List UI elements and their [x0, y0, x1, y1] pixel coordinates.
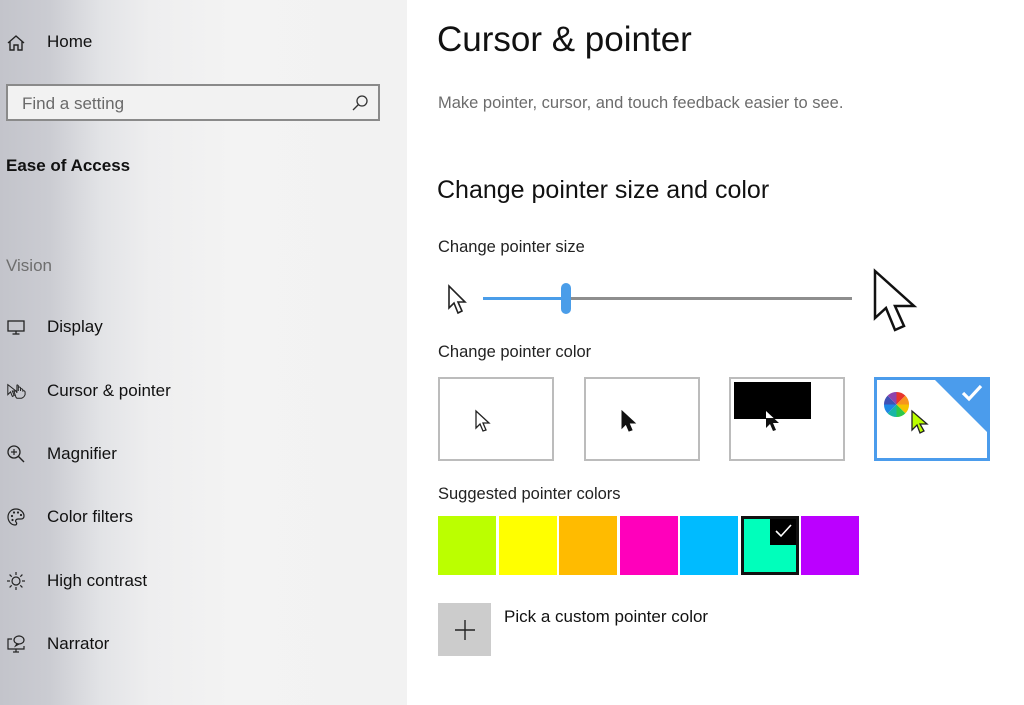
- color-swatch[interactable]: [438, 516, 496, 575]
- magnifier-icon: [5, 443, 27, 465]
- narrator-icon: [5, 633, 27, 655]
- search-field[interactable]: [6, 84, 380, 121]
- checkmark-icon: [774, 524, 792, 538]
- checkmark-icon: [961, 384, 983, 402]
- sidebar-item-label: Color filters: [47, 507, 133, 526]
- color-wheel-icon: [883, 391, 910, 418]
- custom-color-label[interactable]: Pick a custom pointer color: [504, 607, 708, 627]
- sidebar-group-label: Vision: [6, 256, 52, 275]
- pointer-color-black[interactable]: [584, 377, 700, 461]
- search-icon[interactable]: [350, 93, 370, 113]
- color-swatch[interactable]: [801, 516, 859, 575]
- display-icon: [5, 316, 27, 338]
- custom-pointer-icon: [911, 409, 929, 434]
- large-pointer-icon: [873, 268, 918, 332]
- sidebar-item-label: Narrator: [47, 634, 110, 653]
- plus-icon: [454, 619, 475, 640]
- add-custom-color-button[interactable]: [438, 603, 491, 656]
- section-title: Change pointer size and color: [437, 176, 770, 204]
- cursor-pointer-icon: [5, 380, 27, 402]
- sidebar-item-label: High contrast: [47, 571, 148, 590]
- sidebar-item-label: Display: [47, 317, 103, 336]
- suggested-colors-label: Suggested pointer colors: [438, 485, 621, 503]
- pointer-color-white[interactable]: [438, 377, 554, 461]
- pointer-color-inverted[interactable]: [729, 377, 845, 461]
- color-swatch[interactable]: [740, 516, 799, 575]
- sidebar: Home Ease of Access Vision Display Curso…: [0, 0, 407, 705]
- palette-icon: [5, 506, 27, 528]
- sidebar-item-label: Magnifier: [47, 444, 117, 463]
- sidebar-item-label: Home: [47, 32, 93, 51]
- search-input[interactable]: [8, 86, 354, 121]
- slider-thumb[interactable]: [561, 283, 572, 314]
- page-description: Make pointer, cursor, and touch feedback…: [438, 94, 844, 112]
- sidebar-section-title: Ease of Access: [6, 156, 131, 175]
- color-swatch[interactable]: [498, 516, 557, 575]
- black-pointer-icon: [621, 409, 637, 432]
- pointer-color-custom[interactable]: [874, 377, 990, 461]
- sidebar-item-label: Cursor & pointer: [47, 381, 171, 400]
- color-swatch[interactable]: [619, 516, 678, 575]
- small-pointer-icon: [448, 284, 467, 315]
- main-content: Cursor & pointer Make pointer, cursor, a…: [407, 0, 1024, 705]
- pointer-size-label: Change pointer size: [438, 238, 585, 256]
- slider-fill: [483, 297, 567, 300]
- pointer-size-control: [447, 268, 927, 338]
- color-swatch[interactable]: [559, 516, 617, 575]
- pointer-color-label: Change pointer color: [438, 343, 592, 361]
- white-pointer-icon: [475, 409, 491, 432]
- page-title: Cursor & pointer: [437, 20, 692, 59]
- pointer-size-slider[interactable]: [483, 283, 852, 314]
- high-contrast-icon: [5, 570, 27, 592]
- color-swatch[interactable]: [680, 516, 738, 575]
- inverted-pointer-icon: [766, 411, 779, 431]
- home-icon: [5, 32, 27, 54]
